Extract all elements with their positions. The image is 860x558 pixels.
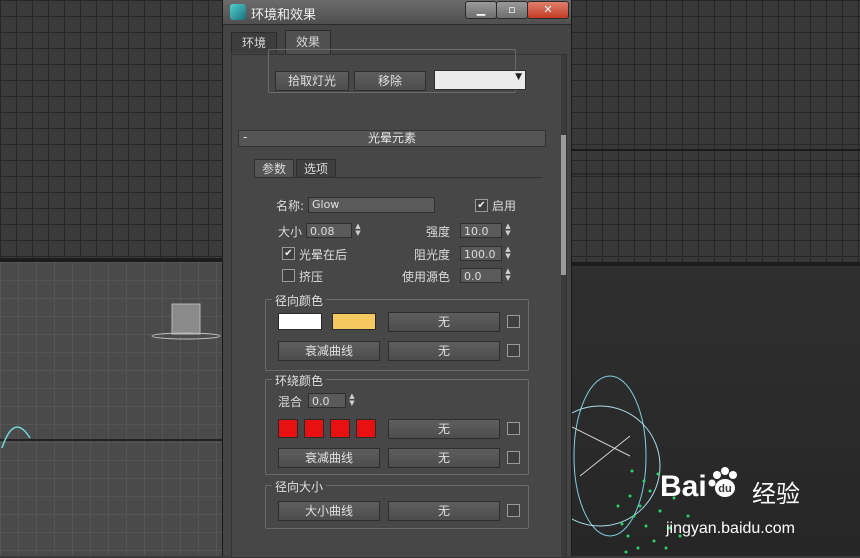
tab-options[interactable]: 选项	[296, 159, 337, 178]
maximize-icon: ▫	[508, 3, 516, 16]
viewport-bottom-left[interactable]	[0, 262, 222, 556]
light-list-dropdown[interactable]: ▼	[434, 70, 526, 90]
maximize-button[interactable]: ▫	[496, 1, 528, 19]
viewport-splitter-left[interactable]	[0, 258, 222, 262]
occlusion-spinner[interactable]: ▲ ▼	[503, 246, 513, 261]
dialog-titlebar[interactable]: 环境和效果 ▁ ▫ ✕	[223, 0, 571, 25]
minimize-button[interactable]: ▁	[465, 1, 497, 19]
radial-color-map-button[interactable]: 无	[388, 312, 500, 332]
close-button[interactable]: ✕	[527, 1, 569, 19]
occlusion-input[interactable]: 100.0	[460, 246, 502, 261]
viewport-top-right[interactable]	[570, 0, 860, 262]
intensity-input[interactable]: 10.0	[460, 223, 502, 238]
mix-spinner[interactable]: ▲ ▼	[347, 393, 357, 408]
intensity-label: 强度	[426, 225, 451, 239]
radial-size-title: 径向大小	[272, 478, 327, 495]
watermark-url: jingyan.baidu.com	[666, 520, 795, 537]
glow-behind-label: 光晕在后	[299, 248, 348, 262]
orbit-ellipse-1	[573, 375, 647, 537]
circular-color-map-checkbox[interactable]	[507, 422, 520, 435]
name-input[interactable]: Glow	[308, 197, 435, 213]
orbit-ellipse-2	[570, 405, 661, 527]
occlusion-label: 阻光度	[414, 248, 451, 262]
circular-falloff-curve-button[interactable]: 衰减曲线	[278, 448, 380, 468]
viewport-splitter-right[interactable]	[570, 262, 860, 266]
squeeze-checkbox[interactable]	[282, 269, 295, 282]
watermark-bai: Bai	[660, 470, 707, 503]
glow-rollout-header[interactable]: - 光晕元素	[238, 130, 546, 147]
viewport-top-left[interactable]	[0, 0, 222, 258]
viewport-top-right-lines	[570, 149, 860, 175]
use-source-color-label: 使用源色	[402, 270, 451, 284]
tab-parameters[interactable]: 参数	[254, 159, 295, 178]
name-label: 名称:	[276, 199, 305, 213]
panel-scrollbar[interactable]	[561, 55, 566, 557]
circular-color-swatch-4[interactable]	[356, 419, 376, 438]
effects-panel: 拾取灯光 移除 ▼ - 光晕元素 参数 选项 名称: Glow ✔ 启用 大小 …	[231, 49, 567, 558]
mix-input[interactable]: 0.0	[308, 393, 346, 408]
size-label: 大小	[278, 225, 303, 239]
app-logo-icon	[230, 4, 246, 20]
object-box	[171, 303, 201, 335]
pick-light-button[interactable]: 拾取灯光	[275, 71, 349, 91]
radial-color-title: 径向颜色	[272, 292, 327, 309]
use-source-color-spinner[interactable]: ▲ ▼	[503, 268, 513, 283]
circular-falloff-map-checkbox[interactable]	[507, 451, 520, 464]
remove-light-button[interactable]: 移除	[354, 71, 426, 91]
use-source-color-input[interactable]: 0.0	[460, 268, 502, 283]
radial-size-map-checkbox[interactable]	[507, 504, 520, 517]
circular-falloff-map-button[interactable]: 无	[388, 448, 500, 468]
radial-color-swatch-2[interactable]	[332, 313, 376, 330]
radial-size-map-button[interactable]: 无	[388, 501, 500, 521]
check-icon: ✔	[284, 248, 293, 259]
circular-color-map-button[interactable]: 无	[388, 419, 500, 439]
gizmo-line-1	[570, 425, 631, 457]
circular-color-swatch-1[interactable]	[278, 419, 298, 438]
panel-scrollbar-thumb[interactable]	[561, 135, 566, 275]
enable-label: 启用	[492, 199, 517, 213]
mix-label: 混合	[278, 395, 303, 409]
environment-effects-dialog: 环境和效果 ▁ ▫ ✕ 环境 效果 拾取灯光 移除 ▼ - 光晕元素 参数 选项…	[222, 0, 572, 558]
check-icon: ✔	[477, 200, 486, 211]
baidu-jingyan-watermark: Bai du 经验 jingyan.baidu.com	[660, 460, 855, 550]
dialog-title: 环境和效果	[251, 8, 317, 23]
radial-falloff-map-checkbox[interactable]	[507, 344, 520, 357]
inner-tab-divider	[254, 177, 542, 178]
size-spinner[interactable]: ▲ ▼	[353, 223, 363, 238]
radial-falloff-map-button[interactable]: 无	[388, 341, 500, 361]
radial-color-map-checkbox[interactable]	[507, 315, 520, 328]
enable-checkbox[interactable]: ✔	[475, 199, 488, 212]
circular-color-title: 环绕颜色	[272, 372, 327, 389]
radial-falloff-curve-button[interactable]: 衰减曲线	[278, 341, 380, 361]
chevron-down-icon: ▼	[515, 72, 522, 82]
size-curve-button[interactable]: 大小曲线	[278, 501, 380, 521]
size-input[interactable]: 0.08	[306, 223, 352, 238]
curve-stroke	[1, 426, 31, 449]
minimize-icon: ▁	[476, 3, 486, 16]
intensity-spinner[interactable]: ▲ ▼	[503, 223, 513, 238]
radial-color-swatch-1[interactable]	[278, 313, 322, 330]
baidu-paw-icon: du	[708, 467, 737, 497]
squeeze-label: 挤压	[299, 270, 324, 284]
glow-behind-checkbox[interactable]: ✔	[282, 247, 295, 260]
watermark-du: du	[718, 483, 731, 495]
watermark-jingyan: 经验	[752, 480, 800, 508]
gizmo-line-2	[579, 435, 631, 477]
close-icon: ✕	[543, 3, 553, 16]
viewport-bottom-left-scene	[0, 303, 222, 449]
glow-rollout-title: 光晕元素	[367, 131, 416, 145]
circular-color-swatch-2[interactable]	[304, 419, 324, 438]
circular-color-swatch-3[interactable]	[330, 419, 350, 438]
